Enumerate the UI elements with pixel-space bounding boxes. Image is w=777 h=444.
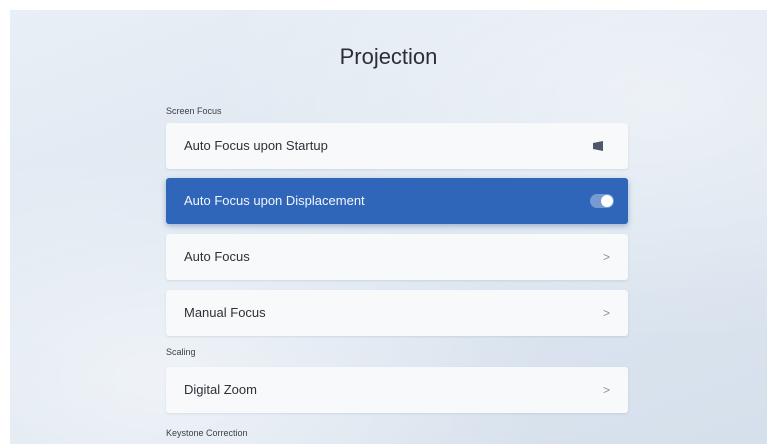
auto-focus-upon-displacement-label: Auto Focus upon Displacement [184, 193, 365, 208]
chevron-right-icon: > [602, 306, 610, 320]
projection-settings-screen: Projection Screen Focus Auto Focus upon … [10, 10, 767, 444]
toggle-off-icon[interactable] [592, 140, 604, 152]
auto-focus-upon-startup-label: Auto Focus upon Startup [184, 138, 328, 153]
section-label-scaling: Scaling [166, 347, 196, 357]
manual-focus-label: Manual Focus [184, 305, 266, 320]
auto-focus-row[interactable]: Auto Focus > [166, 234, 628, 280]
digital-zoom-row[interactable]: Digital Zoom > [166, 367, 628, 413]
toggle-knob [601, 195, 613, 207]
chevron-right-icon: > [602, 250, 610, 264]
page-title: Projection [339, 44, 438, 69]
section-label-screen-focus: Screen Focus [166, 106, 222, 116]
digital-zoom-label: Digital Zoom [184, 382, 257, 397]
toggle-switch-on[interactable] [590, 194, 614, 208]
auto-focus-upon-displacement-row[interactable]: Auto Focus upon Displacement [166, 178, 628, 224]
section-label-keystone-correction: Keystone Correction [166, 428, 248, 438]
auto-focus-label: Auto Focus [184, 249, 250, 264]
auto-focus-upon-startup-row[interactable]: Auto Focus upon Startup [166, 123, 628, 169]
chevron-right-icon: > [602, 383, 610, 397]
manual-focus-row[interactable]: Manual Focus > [166, 290, 628, 336]
